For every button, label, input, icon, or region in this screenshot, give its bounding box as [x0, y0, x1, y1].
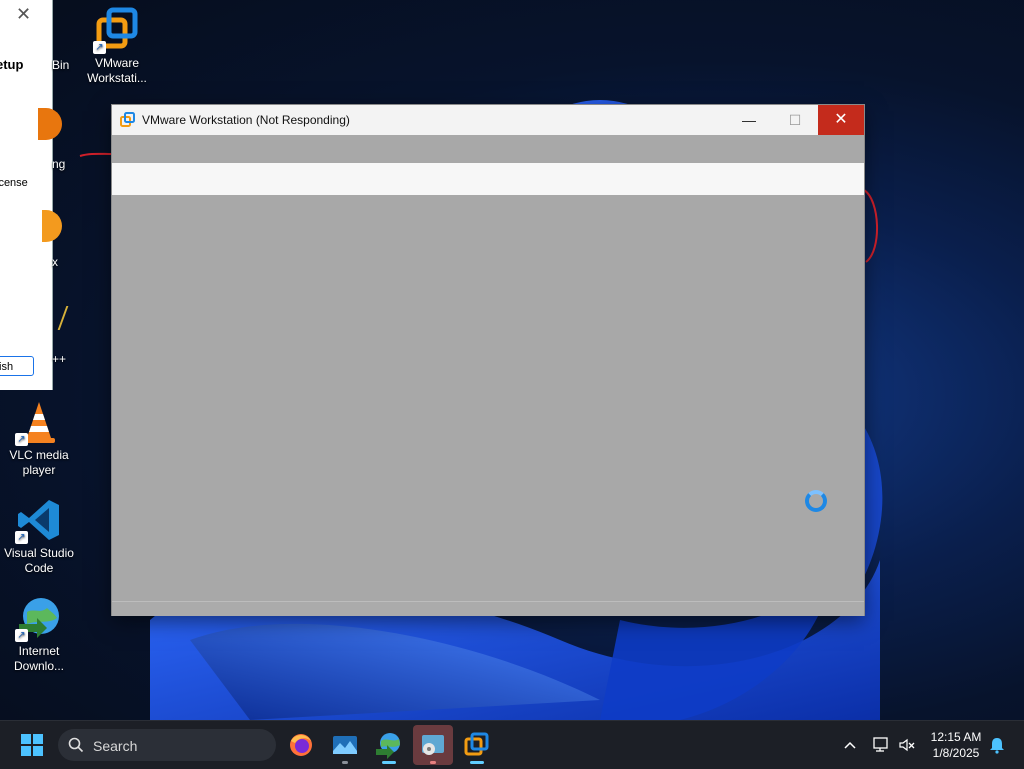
search-icon: [68, 737, 84, 753]
close-icon[interactable]: ✕: [16, 4, 31, 25]
shortcut-arrow-icon: ↗: [93, 41, 106, 54]
desktop: ✕ etup icense ish Bin ng x ++ ↗ VMware W…: [0, 0, 1024, 720]
vmware-icon: ↗: [93, 6, 141, 54]
desktop-icon-label: VMware Workstati...: [87, 56, 147, 85]
status-bar: [112, 601, 864, 616]
busy-cursor-icon: [805, 490, 827, 512]
maximize-button[interactable]: ☐: [772, 105, 818, 135]
taskbar-idm[interactable]: [369, 725, 409, 765]
minimize-button[interactable]: —: [726, 105, 772, 135]
speaker-muted-icon: [899, 738, 915, 752]
clock-time: 12:15 AM: [930, 730, 982, 744]
idm-icon: [376, 733, 400, 759]
vscode-icon: ↗: [15, 496, 63, 544]
license-text: icense: [0, 177, 28, 189]
running-indicator: [342, 761, 348, 764]
desktop-icon-label: VLC media player: [9, 448, 69, 477]
toolbar: [112, 163, 864, 195]
menu-bar: [112, 135, 864, 162]
taskbar-disk-tool[interactable]: [413, 725, 453, 765]
desktop-icon-vscode[interactable]: ↗ Visual Studio Code: [1, 496, 77, 576]
taskbar: Search 12:15 AM 1/8/2025: [0, 720, 1024, 769]
vmware-icon: [464, 732, 489, 756]
close-icon: ✕: [834, 111, 848, 128]
desktop-icon-label: Visual Studio Code: [4, 546, 74, 575]
search-box[interactable]: Search: [58, 729, 276, 761]
window-content: [112, 195, 864, 601]
shortcut-arrow-icon: ↗: [15, 629, 28, 642]
setup-window: ✕ etup icense ish: [0, 0, 53, 390]
desktop-icon-vlc[interactable]: ↗ VLC media player: [1, 398, 77, 478]
bell-icon: [990, 738, 1004, 754]
desktop-icon-vmware[interactable]: ↗ VMware Workstati...: [79, 6, 155, 86]
vmware-icon: [120, 112, 135, 127]
volume-button[interactable]: [896, 721, 918, 769]
vlc-cone-icon: ↗: [15, 398, 63, 446]
taskbar-firefox[interactable]: [281, 725, 321, 765]
finish-button[interactable]: ish: [0, 356, 34, 376]
idm-globe-icon: ↗: [15, 594, 63, 642]
notifications-button[interactable]: [986, 721, 1008, 769]
desktop-icon-idm[interactable]: ↗ Internet Downlo...: [1, 594, 77, 674]
taskbar-photos[interactable]: [325, 725, 365, 765]
search-placeholder: Search: [93, 738, 138, 754]
window-titlebar[interactable]: VMware Workstation (Not Responding) — ☐ …: [112, 105, 864, 135]
running-indicator: [382, 761, 396, 764]
start-button[interactable]: [12, 725, 52, 765]
recycle-bin-label[interactable]: Bin: [52, 58, 69, 72]
running-indicator: [470, 761, 484, 764]
taskbar-vmware[interactable]: [457, 725, 497, 765]
setup-title: etup: [0, 57, 24, 72]
desktop-label-partial[interactable]: ng: [52, 157, 65, 171]
window-title: VMware Workstation (Not Responding): [142, 113, 350, 127]
desktop-label-partial-3[interactable]: ++: [52, 352, 66, 366]
clock-date: 1/8/2025: [932, 746, 980, 760]
network-icon: [873, 737, 888, 752]
clock[interactable]: 12:15 AM 1/8/2025: [922, 729, 990, 761]
show-hidden-icons-button[interactable]: [840, 721, 860, 769]
shortcut-arrow-icon: ↗: [15, 531, 28, 544]
windows-start-icon: [21, 734, 43, 756]
running-indicator: [430, 761, 436, 764]
photos-icon: [333, 736, 357, 754]
disk-tool-icon: [422, 735, 444, 755]
desktop-icon-label: Internet Downlo...: [13, 644, 65, 673]
close-button[interactable]: ✕: [818, 105, 864, 135]
vmware-window[interactable]: VMware Workstation (Not Responding) — ☐ …: [112, 105, 864, 616]
minimize-icon: —: [742, 112, 756, 128]
network-status-button[interactable]: [870, 721, 892, 769]
shortcut-arrow-icon: ↗: [15, 433, 28, 446]
maximize-icon: ☐: [788, 112, 802, 128]
chevron-up-icon: [844, 741, 856, 749]
firefox-icon: [290, 734, 312, 756]
desktop-label-partial-2[interactable]: x: [52, 255, 58, 269]
